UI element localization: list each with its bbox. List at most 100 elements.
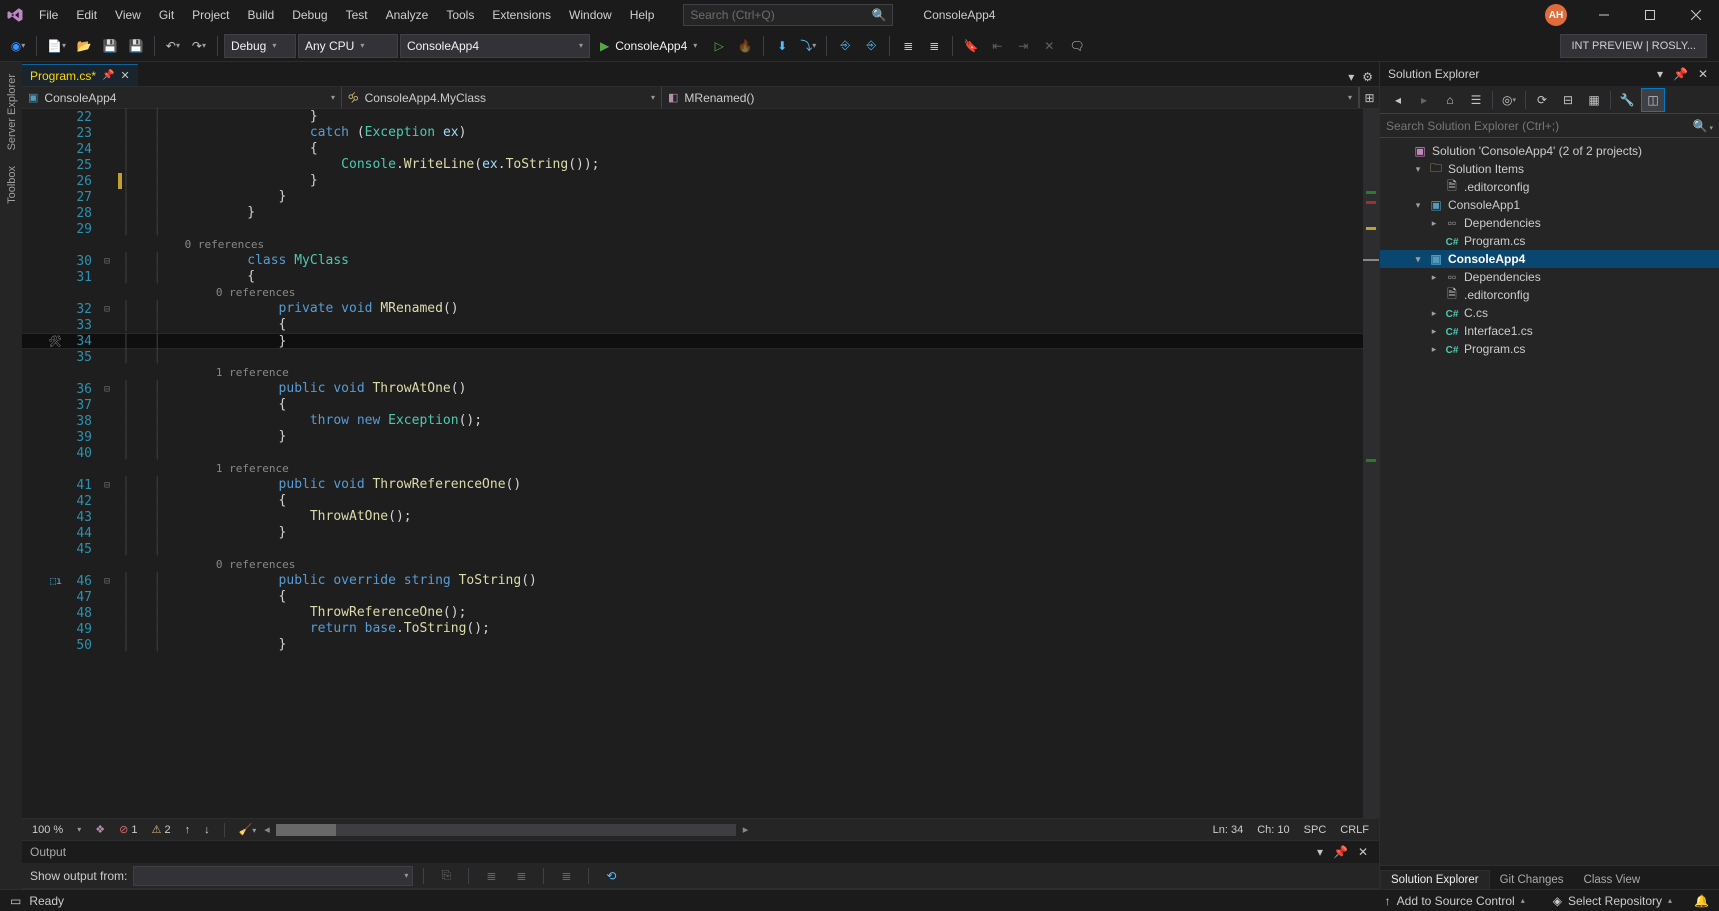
- nav-back-button[interactable]: ◉▾: [6, 34, 30, 58]
- panel-tab-solution-explorer[interactable]: Solution Explorer: [1380, 870, 1490, 889]
- se-sync-button[interactable]: ⟳: [1530, 88, 1554, 112]
- code-line[interactable]: │ │ }: [122, 333, 1363, 349]
- codelens[interactable]: 1 reference: [122, 365, 1363, 381]
- code-line[interactable]: │ │ {: [122, 493, 1363, 509]
- uncomment-button[interactable]: ≣: [922, 34, 946, 58]
- code-line[interactable]: │ │ class MyClass: [122, 253, 1363, 269]
- hot-reload-button[interactable]: 🔥: [733, 34, 757, 58]
- code-line[interactable]: │ │ }: [122, 205, 1363, 221]
- code-line[interactable]: │ │ {: [122, 589, 1363, 605]
- tabs-settings-button[interactable]: ⚙: [1360, 68, 1375, 86]
- horizontal-scrollbar[interactable]: ◂▸: [276, 824, 736, 836]
- tree-item[interactable]: ▾▣ConsoleApp1: [1380, 196, 1719, 214]
- bookmark-next-button[interactable]: ⇥: [1011, 34, 1035, 58]
- menu-debug[interactable]: Debug: [283, 0, 336, 30]
- close-button[interactable]: [1673, 0, 1719, 30]
- code-line[interactable]: │ │ {: [122, 269, 1363, 285]
- output-close-button[interactable]: ✕: [1355, 845, 1371, 859]
- bookmark-prev-button[interactable]: ⇤: [985, 34, 1009, 58]
- se-filter-button[interactable]: ◎▾: [1497, 88, 1521, 112]
- code-line[interactable]: │ │ {: [122, 141, 1363, 157]
- step-into-button[interactable]: ⬇: [770, 34, 794, 58]
- codelens[interactable]: 1 reference: [122, 461, 1363, 477]
- tab-program-cs[interactable]: Program.cs* 📌 ✕: [22, 64, 138, 86]
- tree-item[interactable]: ▸▫▫Dependencies: [1380, 268, 1719, 286]
- vertical-scrollbar[interactable]: [1363, 109, 1379, 818]
- open-file-button[interactable]: 📂: [72, 34, 96, 58]
- menu-tools[interactable]: Tools: [437, 0, 483, 30]
- tree-item[interactable]: 🗎.editorconfig: [1380, 178, 1719, 196]
- se-switch-views-button[interactable]: ☰: [1464, 88, 1488, 112]
- start-without-debug-button[interactable]: ▷: [707, 34, 731, 58]
- select-repository-button[interactable]: ◈Select Repository▴: [1547, 894, 1678, 908]
- pin-icon[interactable]: 📌: [102, 70, 114, 81]
- output-window-icon[interactable]: ▭: [10, 894, 21, 908]
- tree-item[interactable]: ▸C#C.cs: [1380, 304, 1719, 322]
- panel-tab-git-changes[interactable]: Git Changes: [1490, 871, 1574, 889]
- zoom-level[interactable]: 100 %: [32, 824, 63, 836]
- tree-item[interactable]: ▸C#Program.cs: [1380, 340, 1719, 358]
- code-line[interactable]: │ │ throw new Exception();: [122, 413, 1363, 429]
- se-close-button[interactable]: ✕: [1695, 67, 1711, 81]
- se-forward-button[interactable]: ▸: [1412, 88, 1436, 112]
- menu-window[interactable]: Window: [560, 0, 621, 30]
- split-editor-button[interactable]: ⊞: [1364, 91, 1374, 105]
- minimize-button[interactable]: [1581, 0, 1627, 30]
- se-dropdown-button[interactable]: ▾: [1654, 67, 1666, 81]
- code-editor[interactable]: 222324252627282930⊟3132⊟33🛠343536⊟373839…: [22, 109, 1379, 818]
- code-line[interactable]: │ │ return base.ToString();: [122, 621, 1363, 637]
- code-line[interactable]: │ │ public void ThrowReferenceOne(): [122, 477, 1363, 493]
- step-over-button[interactable]: ⤵▾: [796, 34, 820, 58]
- code-line[interactable]: │ │ }: [122, 429, 1363, 445]
- nav-member-combo[interactable]: ◧MRenamed()▾: [662, 87, 1359, 108]
- nav-project-combo[interactable]: ▣ConsoleApp4▾: [22, 87, 342, 108]
- menu-extensions[interactable]: Extensions: [483, 0, 560, 30]
- menu-project[interactable]: Project: [183, 0, 238, 30]
- code-line[interactable]: │ │ private void MRenamed(): [122, 301, 1363, 317]
- output-wrap-button[interactable]: ≣: [554, 864, 578, 888]
- tree-item[interactable]: ▸▫▫Dependencies: [1380, 214, 1719, 232]
- rail-server-explorer[interactable]: Server Explorer: [3, 66, 20, 158]
- new-item-button[interactable]: 📄▾: [43, 34, 70, 58]
- global-search[interactable]: Search (Ctrl+Q) 🔍: [683, 4, 893, 26]
- menu-git[interactable]: Git: [150, 0, 183, 30]
- add-source-control-button[interactable]: ↑Add to Source Control▴: [1379, 894, 1531, 908]
- code-line[interactable]: │ │ Console.WriteLine(ex.ToString());: [122, 157, 1363, 173]
- output-prev-button[interactable]: ≣: [479, 864, 503, 888]
- code-line[interactable]: │ │: [122, 445, 1363, 461]
- menu-build[interactable]: Build: [239, 0, 284, 30]
- menu-file[interactable]: File: [30, 0, 67, 30]
- code-line[interactable]: │ │ }: [122, 189, 1363, 205]
- platform-combo[interactable]: Any CPU▾: [298, 34, 398, 58]
- code-line[interactable]: │ │ catch (Exception ex): [122, 125, 1363, 141]
- se-search[interactable]: 🔍 ▾: [1380, 114, 1719, 138]
- save-all-button[interactable]: 💾: [124, 34, 148, 58]
- se-collapse-button[interactable]: ⊟: [1556, 88, 1580, 112]
- code-line[interactable]: │ │ }: [122, 525, 1363, 541]
- code-line[interactable]: │ │ public override string ToString(): [122, 573, 1363, 589]
- save-button[interactable]: 💾: [98, 34, 122, 58]
- cleanup-button[interactable]: 🧹▾: [239, 823, 257, 836]
- line-ending[interactable]: CRLF: [1340, 824, 1369, 836]
- notifications-icon[interactable]: 🔔: [1694, 894, 1709, 908]
- code-line[interactable]: │ │ }: [122, 637, 1363, 653]
- toolbar-icon-1[interactable]: ⎆: [833, 34, 857, 58]
- nav-type-combo[interactable]: 🝰ConsoleApp4.MyClass▾: [342, 87, 662, 108]
- solution-tree[interactable]: ▣Solution 'ConsoleApp4' (2 of 2 projects…: [1380, 138, 1719, 865]
- output-pin-button[interactable]: 📌: [1330, 845, 1351, 859]
- code-line[interactable]: │ │ ThrowAtOne();: [122, 509, 1363, 525]
- preview-channel-button[interactable]: INT PREVIEW | ROSLY...: [1560, 34, 1707, 58]
- code-line[interactable]: │ │: [122, 221, 1363, 237]
- close-tab-icon[interactable]: ✕: [120, 69, 129, 82]
- bookmark-button[interactable]: 🔖: [959, 34, 983, 58]
- warning-icon[interactable]: ⚠: [152, 824, 162, 836]
- undo-button[interactable]: ↶▾: [161, 34, 185, 58]
- code-line[interactable]: │ │ ThrowReferenceOne();: [122, 605, 1363, 621]
- output-source-combo[interactable]: ▾: [133, 866, 413, 886]
- next-issue-button[interactable]: ↓: [204, 824, 210, 836]
- code-line[interactable]: │ │: [122, 349, 1363, 365]
- output-next-button[interactable]: ≣: [509, 864, 533, 888]
- panel-tab-class-view[interactable]: Class View: [1574, 871, 1651, 889]
- codelens[interactable]: 0 references: [122, 557, 1363, 573]
- comment-button[interactable]: ≣: [896, 34, 920, 58]
